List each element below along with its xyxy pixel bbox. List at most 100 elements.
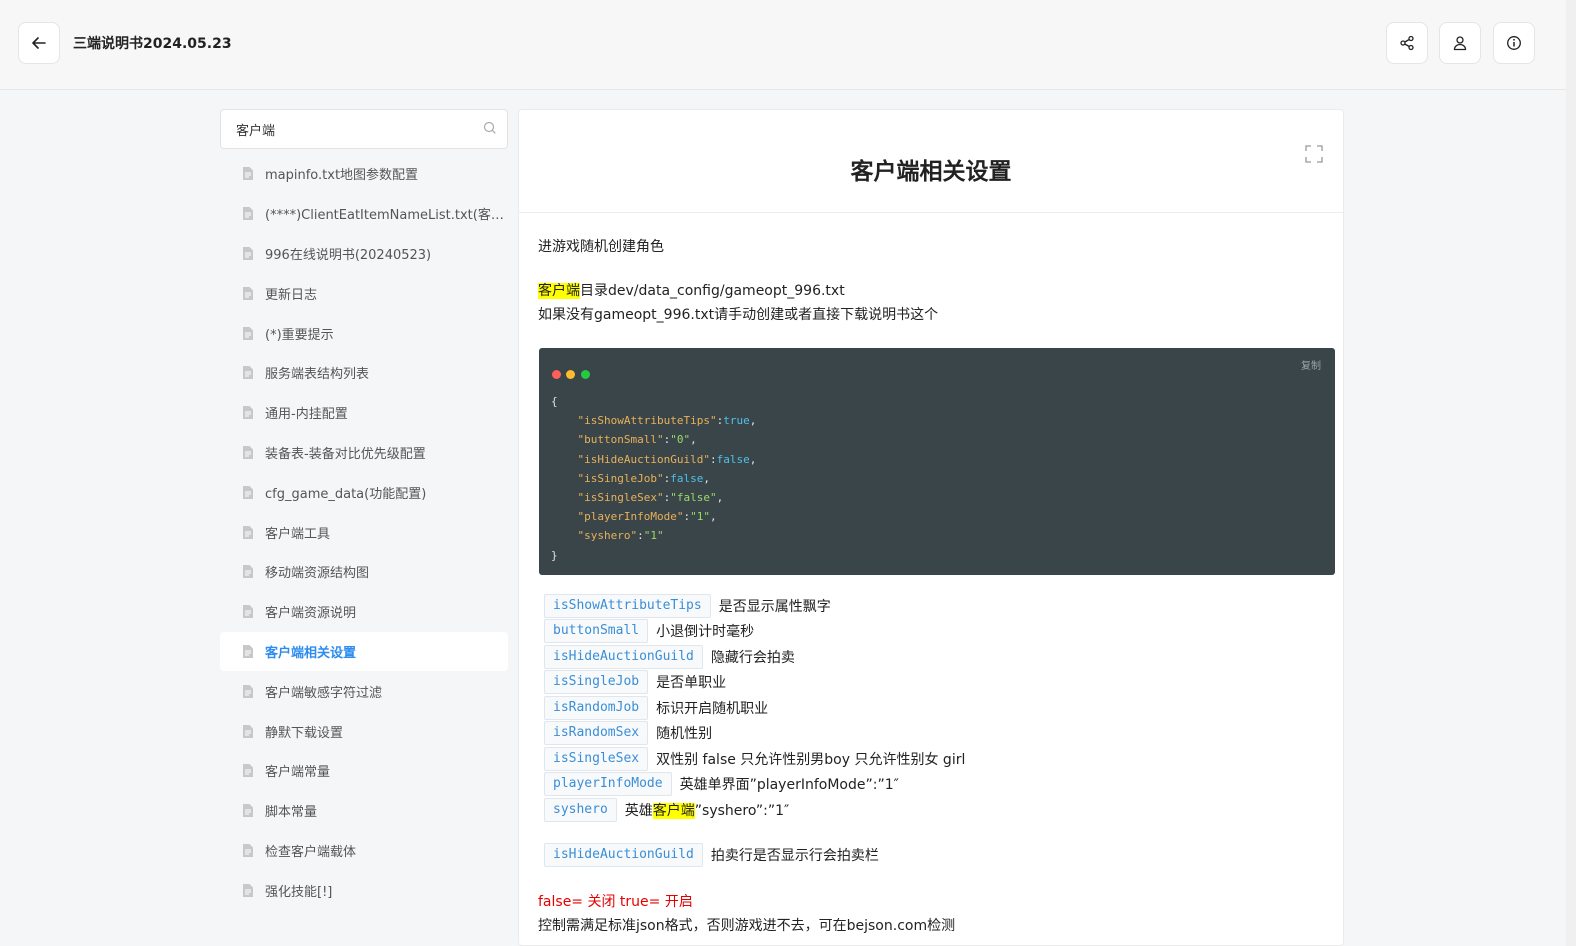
sidebar-item-label: (****)ClientEatItemNameList.txt(客户端 (265, 208, 505, 224)
top-header: 三端说明书2024.05.23 (0, 0, 1566, 90)
sidebar-item-label: 检查客户端载体 (265, 844, 357, 860)
share-button[interactable] (1386, 22, 1428, 64)
user-icon (1453, 36, 1467, 51)
param-description: 隐藏行会拍卖 (710, 650, 795, 666)
sidebar-item[interactable]: 996在线说明书(20240523) (220, 234, 508, 274)
sidebar-item-label: 静默下载设置 (265, 725, 344, 741)
param-row: playerInfoMode 英雄单界面”playerInfoMode”:”1″ (544, 772, 899, 796)
param-row: isShowAttributeTips 是否显示属性飘字 (544, 594, 831, 618)
search-highlight: 客户端 (652, 803, 695, 819)
document-icon (243, 883, 253, 897)
page-scrollbar[interactable] (1566, 0, 1576, 946)
param-row: isHideAuctionGuild 拍卖行是否显示行会拍卖栏 (544, 843, 879, 867)
sidebar-item-label: 客户端工具 (265, 526, 331, 542)
document-icon (243, 684, 253, 698)
json-note: 控制需满足标准json格式，否则游戏进不去，可在bejson.com检测 (538, 918, 956, 934)
code-content: { "isShowAttributeTips":true, "buttonSma… (551, 395, 757, 562)
sidebar-item[interactable]: (****)ClientEatItemNameList.txt(客户端 (220, 194, 508, 234)
param-description: 双性别 false 只允许性别男boy 只允许性别女 girl (656, 752, 966, 768)
code-value: "false" (670, 491, 717, 505)
sidebar-item[interactable]: 移动端资源结构图 (220, 552, 508, 592)
sidebar-item-label: 服务端表结构列表 (265, 367, 370, 383)
param-row: isRandomSex 随机性别 (544, 721, 712, 745)
document-icon (243, 565, 253, 579)
green-dot-icon (581, 370, 590, 379)
sidebar-item[interactable]: cfg_game_data(功能配置) (220, 472, 508, 512)
search-highlight: 客户端 (538, 283, 580, 299)
document-icon (243, 724, 253, 738)
code-value: false (716, 452, 750, 466)
param-row: isHideAuctionGuild 隐藏行会拍卖 (544, 645, 795, 669)
fullscreen-icon[interactable] (1305, 145, 1323, 163)
code-block: 复制 { "isShowAttributeTips":true, "button… (539, 348, 1335, 575)
sidebar-item[interactable]: 客户端工具 (220, 512, 508, 552)
sidebar-item[interactable]: 检查客户端载体 (220, 831, 508, 871)
param-desc-suffix: ”syshero”:”1″ (694, 803, 790, 819)
param-name-code: isHideAuctionGuild (544, 843, 703, 867)
sidebar-item[interactable]: 静默下载设置 (220, 711, 508, 751)
code-key: "isHideAuctionGuild" (577, 452, 710, 466)
code-value: true (723, 414, 750, 428)
document-icon (243, 246, 253, 260)
param-description: 英雄客户端”syshero”:”1″ (625, 800, 790, 820)
code-key: "isSingleJob" (577, 471, 664, 485)
sidebar-item[interactable]: mapinfo.txt地图参数配置 (220, 154, 508, 194)
sidebar-item[interactable]: (*)重要提示 (220, 313, 508, 353)
article-panel: 客户端相关设置 进游戏随机创建角色 客户端目录dev/data_config/g… (518, 109, 1344, 946)
param-description: 是否单职业 (656, 675, 727, 691)
sidebar-item-label: 脚本常量 (265, 805, 318, 821)
sidebar-item[interactable]: 客户端常量 (220, 751, 508, 791)
arrow-left-icon (32, 37, 46, 49)
param-row: buttonSmall 小退倒计时毫秒 (544, 619, 754, 643)
param-row: isSingleSex 双性别 false 只允许性别男boy 只允许性别女 gi… (544, 747, 965, 771)
sidebar-item[interactable]: 客户端敏感字符过滤 (220, 671, 508, 711)
back-button[interactable] (18, 22, 60, 64)
search-icon[interactable] (483, 121, 497, 135)
code-value: "0" (670, 433, 691, 447)
document-icon (243, 804, 253, 818)
sidebar-item[interactable]: 通用-内挂配置 (220, 393, 508, 433)
sidebar-item[interactable]: 脚本常量 (220, 791, 508, 831)
sidebar-item[interactable]: 更新日志 (220, 273, 508, 313)
sidebar-item-label: 强化技能[!] (265, 884, 333, 900)
doc-nav-list: mapinfo.txt地图参数配置 (****)ClientEatItemName… (220, 154, 508, 910)
sidebar-item[interactable]: 强化技能[!] (220, 870, 508, 910)
info-button[interactable] (1493, 22, 1535, 64)
param-name-code: isShowAttributeTips (544, 594, 711, 618)
config-path-text: 目录dev/data_config/gameopt_996.txt (580, 283, 845, 299)
info-icon (1507, 36, 1521, 50)
param-description: 拍卖行是否显示行会拍卖栏 (710, 848, 879, 864)
document-icon (243, 485, 253, 499)
code-key: "buttonSmall" (577, 433, 664, 447)
document-icon (243, 445, 253, 459)
document-title: 三端说明书2024.05.23 (73, 36, 232, 52)
config-path: 客户端目录dev/data_config/gameopt_996.txt (538, 280, 845, 300)
sidebar-item[interactable]: 客户端资源说明 (220, 592, 508, 632)
user-button[interactable] (1439, 22, 1481, 64)
sidebar-item-label: mapinfo.txt地图参数配置 (265, 168, 419, 184)
document-icon (243, 764, 253, 778)
intro-text: 进游戏随机创建角色 (538, 239, 664, 255)
article-header: 客户端相关设置 (519, 110, 1343, 213)
article-title: 客户端相关设置 (850, 159, 1012, 185)
document-icon (243, 843, 253, 857)
param-name-code: syshero (544, 798, 617, 822)
share-icon (1400, 35, 1414, 51)
sidebar-item[interactable]: 客户端相关设置 (220, 631, 508, 672)
code-close-brace: } (551, 548, 558, 562)
copy-button[interactable]: 复制 (1301, 357, 1321, 372)
sidebar-item[interactable]: 服务端表结构列表 (220, 353, 508, 393)
param-description: 小退倒计时毫秒 (656, 624, 755, 640)
param-description: 标识开启随机职业 (656, 701, 769, 717)
search-input[interactable] (221, 110, 471, 148)
sidebar-item-label: (*)重要提示 (265, 327, 334, 343)
param-name-code: buttonSmall (544, 619, 649, 643)
sidebar-item-label: 装备表-装备对比优先级配置 (265, 446, 426, 462)
param-description: 随机性别 (656, 726, 713, 742)
document-icon (243, 644, 253, 658)
code-key: "syshero" (577, 529, 638, 543)
sidebar-item-label: cfg_game_data(功能配置) (265, 486, 427, 502)
sidebar-item[interactable]: 装备表-装备对比优先级配置 (220, 433, 508, 473)
document-icon (243, 406, 253, 420)
document-icon (243, 286, 253, 300)
